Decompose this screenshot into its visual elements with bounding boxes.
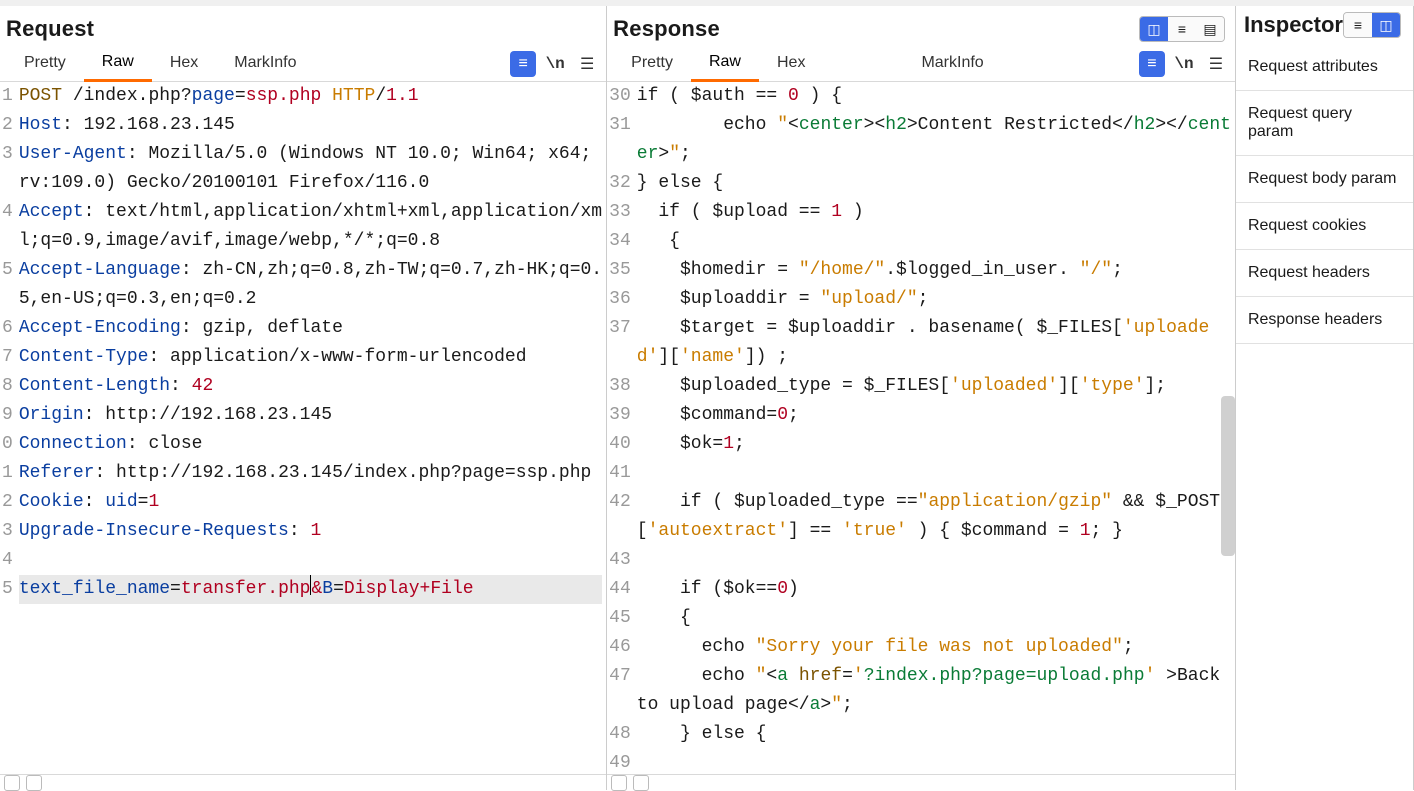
resp-tab-raw[interactable]: Raw <box>691 47 759 82</box>
tab-raw[interactable]: Raw <box>84 47 152 82</box>
insp-layout2-icon[interactable] <box>1372 13 1400 37</box>
tab-markinfo[interactable]: MarkInfo <box>216 48 314 80</box>
inspector-list: Request attributesRequest query paramReq… <box>1236 44 1413 344</box>
request-editor[interactable]: 123 4 5 6789012345 POST /index.php?page=… <box>0 82 606 774</box>
resp-actions-icon[interactable]: ≡ <box>1139 51 1165 77</box>
tab-pretty[interactable]: Pretty <box>6 48 84 80</box>
resp-gear-icon[interactable] <box>611 775 627 791</box>
layout-grid-icon[interactable] <box>1196 17 1224 41</box>
response-title: Response <box>613 16 720 42</box>
resp-tab-markinfo[interactable]: MarkInfo <box>903 48 1001 80</box>
wrap-icon[interactable]: \n <box>542 51 568 77</box>
inspector-item[interactable]: Request cookies <box>1236 203 1413 250</box>
layout-stack-icon[interactable] <box>1168 17 1196 41</box>
resp-arrow-icon[interactable] <box>633 775 649 791</box>
tab-hex[interactable]: Hex <box>152 48 216 80</box>
resp-wrap-icon[interactable]: \n <box>1171 51 1197 77</box>
inspector-item[interactable]: Request body param <box>1236 156 1413 203</box>
request-tabs: Pretty Raw Hex MarkInfo ≡ \n <box>0 46 606 82</box>
response-tabs: Pretty Raw Hex MarkInfo ≡ \n <box>607 46 1235 82</box>
scrollbar-thumb[interactable] <box>1221 396 1235 556</box>
insp-layout1-icon[interactable] <box>1344 13 1372 37</box>
resp-menu-icon[interactable] <box>1203 51 1229 77</box>
layout-toggle[interactable] <box>1139 16 1225 42</box>
request-title: Request <box>6 16 94 42</box>
arrow-icon[interactable] <box>26 775 42 791</box>
actions-icon[interactable]: ≡ <box>510 51 536 77</box>
response-panel: Response Pretty Raw Hex MarkInfo ≡ \n 30… <box>607 6 1236 790</box>
inspector-panel: Inspector Request attributesRequest quer… <box>1236 6 1414 790</box>
inspector-item[interactable]: Request query param <box>1236 91 1413 156</box>
request-panel: Request Pretty Raw Hex MarkInfo ≡ \n 123… <box>0 6 607 790</box>
menu-icon[interactable] <box>574 51 600 77</box>
inspector-item[interactable]: Request headers <box>1236 250 1413 297</box>
gear-icon[interactable] <box>4 775 20 791</box>
layout-columns-icon[interactable] <box>1140 17 1168 41</box>
resp-tab-hex[interactable]: Hex <box>759 48 823 80</box>
request-bottom-bar <box>0 774 606 790</box>
resp-tab-pretty[interactable]: Pretty <box>613 48 691 80</box>
inspector-layout-toggle[interactable] <box>1343 12 1401 38</box>
response-bottom-bar <box>607 774 1235 790</box>
inspector-item[interactable]: Response headers <box>1236 297 1413 344</box>
response-editor[interactable]: 3031 323334353637 3839404142 4344454647 … <box>607 82 1235 774</box>
inspector-item[interactable]: Request attributes <box>1236 44 1413 91</box>
inspector-title: Inspector <box>1244 12 1343 38</box>
